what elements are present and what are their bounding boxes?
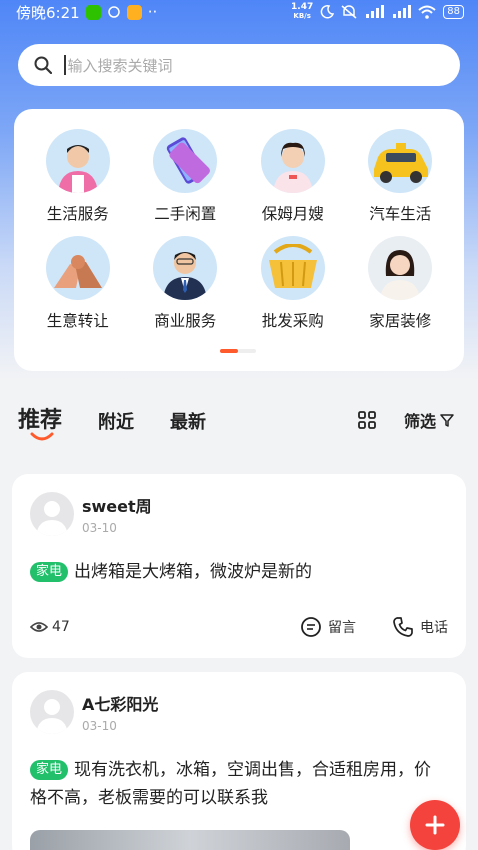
post-card[interactable]: A七彩阳光 03-10 家电 现有洗衣机，冰箱，空调出售，合适租房用，价格不高，老…	[12, 672, 466, 850]
post-text: 出烤箱是大烤箱，微波炉是新的	[74, 562, 313, 582]
post-content: 家电 出烤箱是大烤箱，微波炉是新的	[30, 558, 440, 586]
post-username[interactable]: sweet周	[82, 493, 152, 517]
notes-app-icon	[126, 4, 142, 20]
phone-button[interactable]: 电话	[392, 616, 448, 638]
category-label: 汽车生活	[369, 205, 432, 223]
filter-button[interactable]: 筛选	[404, 408, 454, 432]
tab-recommend[interactable]: 推荐	[18, 402, 62, 441]
moon-icon	[320, 5, 335, 19]
chat-app-icon	[107, 6, 120, 18]
signal-hd-icon	[393, 5, 412, 18]
status-bar: 傍晚6:21 ·· 1.47 KB/s 88	[0, 0, 478, 24]
battery-indicator: 88	[443, 5, 464, 19]
text-cursor	[64, 55, 66, 75]
post-text: 现有洗衣机，冰箱，空调出售，合适租房用，价格不高，老板需要的可以联系我	[30, 760, 432, 808]
search-placeholder: 输入搜索关键词	[67, 56, 173, 75]
smartphone-icon	[153, 129, 218, 193]
tab-active-indicator	[30, 432, 54, 441]
category-secondhand[interactable]: 二手闲置	[132, 129, 240, 224]
phone-app-icon	[85, 4, 101, 20]
plus-icon	[425, 815, 445, 835]
network-speed: 1.47 KB/s	[291, 2, 314, 21]
status-time: 傍晚6:21	[16, 3, 80, 22]
mute-icon	[341, 5, 357, 19]
view-count: 47	[30, 619, 70, 635]
wifi-icon	[418, 5, 436, 19]
feed-tabs: 推荐 附近 最新	[18, 402, 206, 441]
post-date: 03-10	[82, 719, 117, 733]
category-label: 二手闲置	[154, 205, 217, 223]
more-notifications-icon: ··	[147, 3, 158, 21]
category-tag: 家电	[30, 760, 69, 780]
post-image[interactable]	[30, 830, 350, 850]
category-label: 保姆月嫂	[261, 205, 324, 223]
category-car-life[interactable]: 汽车生活	[347, 129, 455, 224]
tab-latest[interactable]: 最新	[170, 408, 206, 434]
comment-button[interactable]: 留言	[300, 616, 356, 638]
post-date: 03-10	[82, 521, 117, 535]
category-label: 家居装修	[369, 312, 432, 330]
shopping-basket-icon	[260, 236, 325, 300]
nanny-icon	[260, 129, 325, 193]
post-content: 家电 现有洗衣机，冰箱，空调出售，合适租房用，价格不高，老板需要的可以联系我	[30, 756, 440, 812]
signal-icon	[366, 5, 385, 18]
handshake-icon	[45, 236, 110, 300]
comment-icon	[301, 617, 321, 637]
category-label: 生活服务	[46, 205, 109, 223]
tab-actions: 筛选	[358, 408, 454, 432]
post-card[interactable]: sweet周 03-10 家电 出烤箱是大烤箱，微波炉是新的 47 留言 电话	[12, 474, 466, 658]
post-username[interactable]: A七彩阳光	[82, 691, 158, 715]
filter-label: 筛选	[403, 412, 436, 431]
search-icon	[34, 56, 52, 74]
car-icon	[368, 129, 433, 193]
tab-nearby[interactable]: 附近	[98, 408, 134, 434]
home-decoration-icon	[368, 236, 433, 300]
funnel-icon	[440, 414, 454, 427]
category-label: 商业服务	[154, 312, 217, 330]
businessman-icon	[153, 236, 218, 300]
category-tag: 家电	[30, 562, 69, 582]
category-commercial-service[interactable]: 商业服务	[132, 236, 240, 331]
life-service-icon	[45, 129, 110, 193]
avatar[interactable]	[30, 492, 74, 536]
category-nanny[interactable]: 保姆月嫂	[239, 129, 347, 224]
page-indicator	[220, 349, 256, 353]
phone-icon	[393, 617, 413, 637]
avatar[interactable]	[30, 690, 74, 734]
page-dot	[238, 349, 256, 353]
page-dot-active	[220, 349, 238, 353]
grid-view-icon[interactable]	[358, 411, 376, 429]
eye-icon	[30, 622, 48, 632]
search-input[interactable]: 输入搜索关键词	[18, 44, 460, 86]
category-card: 生活服务 二手闲置 保姆月嫂 汽车生活 生意转让 商业服务 批发采购 家居装修	[14, 109, 464, 371]
category-home-decoration[interactable]: 家居装修	[347, 236, 455, 331]
category-life-service[interactable]: 生活服务	[24, 129, 132, 224]
category-wholesale[interactable]: 批发采购	[239, 236, 347, 331]
category-label: 生意转让	[46, 312, 109, 330]
post-footer: 47 留言 电话	[30, 616, 448, 638]
category-label: 批发采购	[261, 312, 324, 330]
add-post-button[interactable]	[410, 800, 460, 850]
category-business-transfer[interactable]: 生意转让	[24, 236, 132, 331]
